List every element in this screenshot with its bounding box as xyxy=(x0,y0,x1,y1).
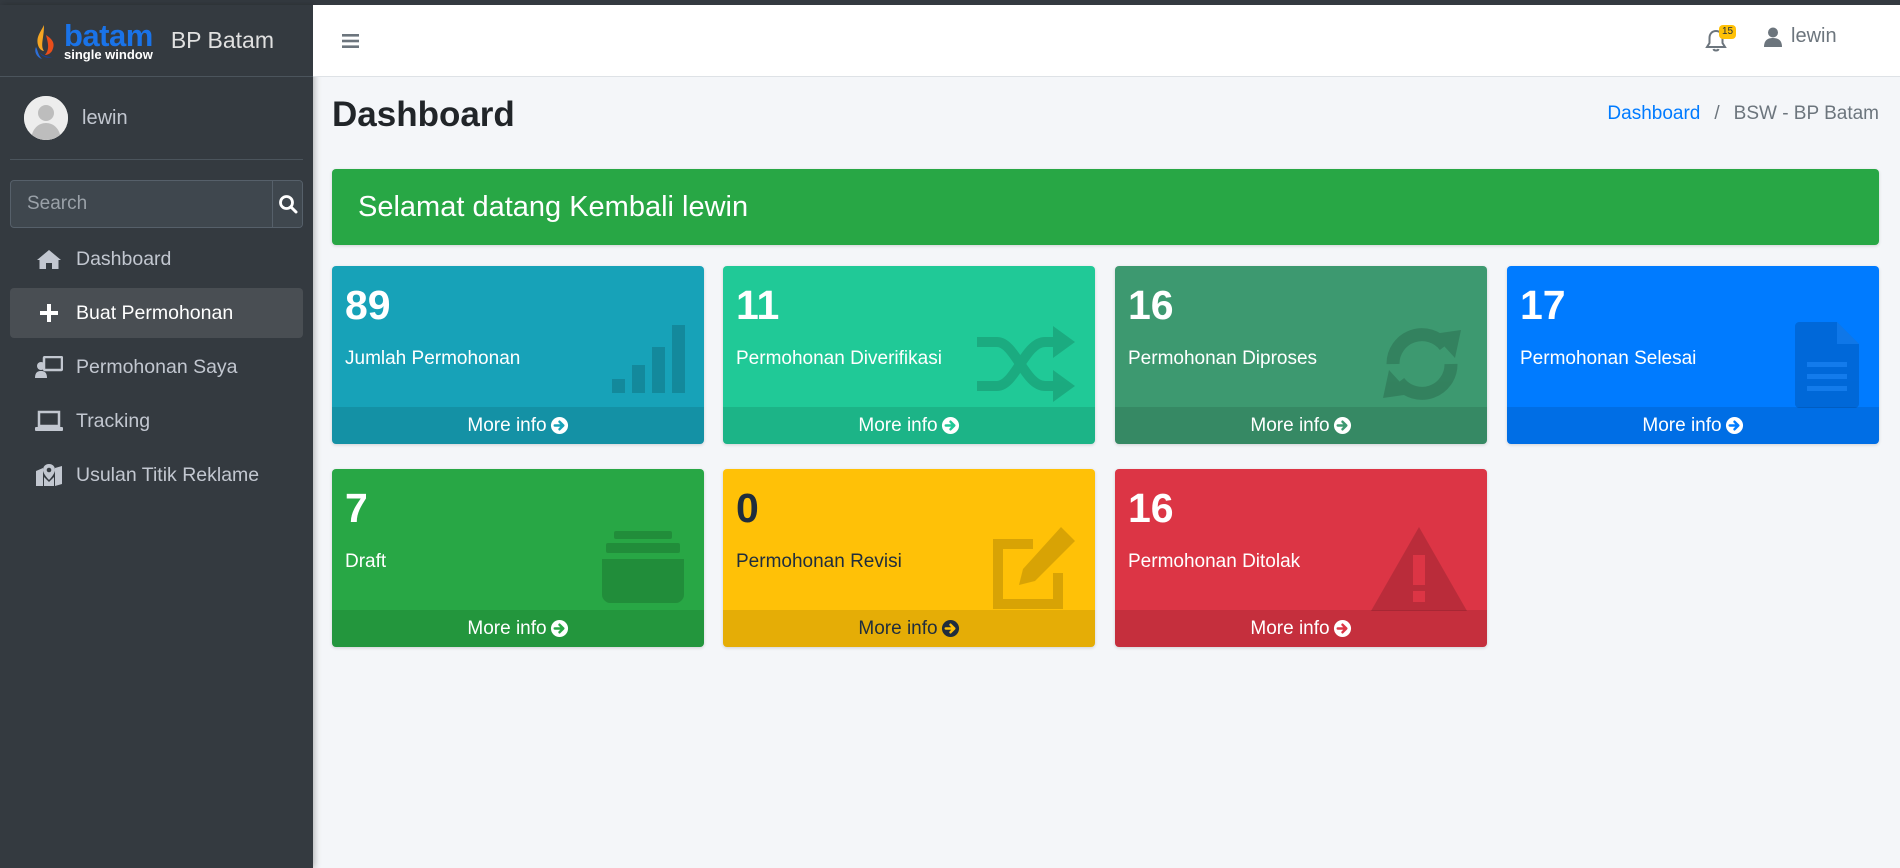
stat-box-ditolak: 16 Permohonan Ditolak More info xyxy=(1115,469,1487,647)
arrow-circle-right-icon xyxy=(550,619,569,638)
stat-value: 11 xyxy=(736,282,780,328)
stat-label: Jumlah Permohonan xyxy=(345,348,521,369)
sidebar-search xyxy=(10,180,303,228)
more-info-link[interactable]: More info xyxy=(723,610,1095,647)
stat-label: Permohonan Ditolak xyxy=(1128,551,1301,572)
brand-logo-sub: single window xyxy=(64,47,153,62)
signal-bars-icon xyxy=(610,321,690,400)
breadcrumb: Dashboard / BSW - BP Batam xyxy=(1607,103,1879,125)
more-info-label: More info xyxy=(467,617,547,639)
brand-text: BP Batam xyxy=(170,27,274,53)
stat-box-diverifikasi: 11 Permohonan Diverifikasi More info xyxy=(723,266,1095,444)
sidebar-item-permohonan-saya[interactable]: Permohonan Saya xyxy=(10,342,303,392)
user-icon xyxy=(1764,27,1782,47)
stat-label: Permohonan Revisi xyxy=(736,551,902,572)
sidebar-item-label: Usulan Titik Reklame xyxy=(76,463,260,486)
more-info-link[interactable]: More info xyxy=(1115,610,1487,647)
stat-label: Permohonan Diproses xyxy=(1128,348,1318,369)
person-board-icon xyxy=(34,352,64,382)
avatar-icon xyxy=(24,96,68,140)
brand-logo: batam single window xyxy=(30,20,153,61)
more-info-label: More info xyxy=(1642,414,1722,436)
more-info-link[interactable]: More info xyxy=(332,610,704,647)
sidebar-item-label: Buat Permohonan xyxy=(76,301,234,324)
breadcrumb-separator: / xyxy=(1714,103,1720,124)
menu-toggle-icon[interactable] xyxy=(339,29,363,53)
notification-badge: 15 xyxy=(1719,25,1737,39)
archive-icon xyxy=(600,531,686,608)
sidebar-item-dashboard[interactable]: Dashboard xyxy=(10,234,303,284)
sidebar-item-label: Permohonan Saya xyxy=(76,355,238,378)
more-info-label: More info xyxy=(1250,414,1330,436)
more-info-link[interactable]: More info xyxy=(1115,407,1487,444)
arrow-circle-right-icon xyxy=(941,416,960,435)
page-title: Dashboard xyxy=(332,95,515,134)
notifications-button[interactable]: 15 xyxy=(1705,25,1737,55)
stat-box-diproses: 16 Permohonan Diproses More info xyxy=(1115,266,1487,444)
refresh-icon xyxy=(1379,316,1465,417)
sidebar-item-buat-permohonan[interactable]: Buat Permohonan xyxy=(10,288,303,338)
sidebar-item-tracking[interactable]: Tracking xyxy=(10,396,303,446)
document-icon xyxy=(1795,322,1859,413)
sidebar-item-label: Tracking xyxy=(76,409,151,432)
stat-value: 16 xyxy=(1128,282,1174,328)
breadcrumb-dashboard-link[interactable]: Dashboard xyxy=(1607,103,1700,125)
sidebar-item-label: Dashboard xyxy=(76,247,172,270)
stat-box-revisi: 0 Permohonan Revisi More info xyxy=(723,469,1095,647)
stat-box-draft: 7 Draft More info xyxy=(332,469,704,647)
breadcrumb-current: BSW - BP Batam xyxy=(1733,103,1879,124)
more-info-link[interactable]: More info xyxy=(723,407,1095,444)
search-input[interactable] xyxy=(11,181,272,227)
sidebar-nav: Dashboard Buat Permohonan Permohonan Say… xyxy=(10,234,303,500)
stat-value: 16 xyxy=(1128,485,1174,531)
welcome-text: Selamat datang Kembali lewin xyxy=(358,190,749,223)
plus-icon xyxy=(34,298,64,328)
more-info-link[interactable]: More info xyxy=(1507,407,1879,444)
top-navbar: 15 lewin xyxy=(313,5,1900,77)
arrow-circle-right-icon xyxy=(1725,416,1744,435)
arrow-circle-right-icon xyxy=(550,416,569,435)
user-panel[interactable]: lewin xyxy=(10,77,303,160)
stat-value: 17 xyxy=(1520,282,1566,328)
stat-label: Draft xyxy=(345,551,387,572)
flame-logo-icon xyxy=(35,24,54,59)
sidebar-item-usulan-titik-reklame[interactable]: Usulan Titik Reklame xyxy=(10,450,303,500)
stat-box-selesai: 17 Permohonan Selesai More info xyxy=(1507,266,1879,444)
shuffle-icon xyxy=(977,324,1077,409)
stat-value: 7 xyxy=(345,485,368,531)
more-info-label: More info xyxy=(858,617,938,639)
stat-value: 0 xyxy=(736,485,759,531)
stat-label: Permohonan Diverifikasi xyxy=(736,348,942,369)
stat-label: Permohonan Selesai xyxy=(1520,348,1697,369)
more-info-link[interactable]: More info xyxy=(332,407,704,444)
arrow-circle-right-icon xyxy=(1333,619,1352,638)
more-info-label: More info xyxy=(467,414,547,436)
stat-box-jumlah-permohonan: 89 Jumlah Permohonan More info xyxy=(332,266,704,444)
search-icon xyxy=(278,195,297,214)
laptop-icon xyxy=(34,406,64,436)
arrow-circle-right-icon xyxy=(941,619,960,638)
more-info-label: More info xyxy=(858,414,938,436)
more-info-label: More info xyxy=(1250,617,1330,639)
welcome-banner: Selamat datang Kembali lewin xyxy=(332,169,1879,245)
map-marker-icon xyxy=(34,460,64,490)
avatar xyxy=(24,96,68,140)
warning-icon xyxy=(1369,525,1469,618)
sidebar: batam single window BP Batam lewin Searc… xyxy=(0,5,313,868)
arrow-circle-right-icon xyxy=(1333,416,1352,435)
brand-link[interactable]: batam single window BP Batam xyxy=(0,5,313,77)
home-icon xyxy=(34,244,64,274)
user-menu[interactable]: lewin xyxy=(1764,25,1837,48)
stat-value: 89 xyxy=(345,282,391,328)
sidebar-user-name[interactable]: lewin xyxy=(82,107,128,130)
search-button[interactable] xyxy=(272,181,302,227)
edit-icon xyxy=(989,525,1077,616)
header-user-name: lewin xyxy=(1791,25,1837,47)
